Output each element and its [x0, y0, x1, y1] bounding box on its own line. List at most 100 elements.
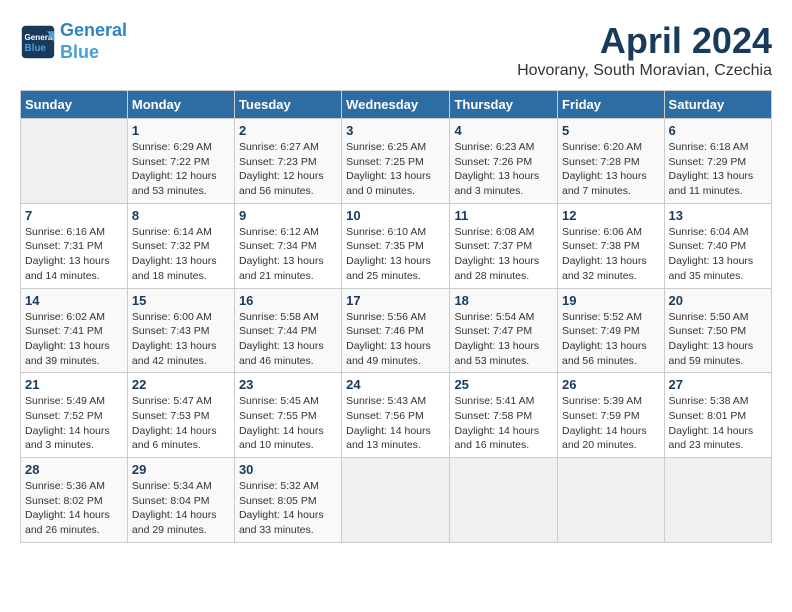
- calendar-cell: 21 Sunrise: 5:49 AM Sunset: 7:52 PM Dayli…: [21, 373, 128, 458]
- calendar-week-row: 14 Sunrise: 6:02 AM Sunset: 7:41 PM Dayli…: [21, 288, 772, 373]
- day-info: Sunrise: 5:47 AM Sunset: 7:53 PM Dayligh…: [132, 394, 230, 453]
- weekday-header: Friday: [558, 91, 665, 119]
- calendar-header-row: SundayMondayTuesdayWednesdayThursdayFrid…: [21, 91, 772, 119]
- calendar-cell: 4 Sunrise: 6:23 AM Sunset: 7:26 PM Daylig…: [450, 119, 558, 204]
- day-number: 21: [25, 377, 123, 392]
- day-number: 8: [132, 208, 230, 223]
- day-number: 30: [239, 462, 337, 477]
- calendar-cell: 20 Sunrise: 5:50 AM Sunset: 7:50 PM Dayli…: [664, 288, 771, 373]
- calendar-cell: 17 Sunrise: 5:56 AM Sunset: 7:46 PM Dayli…: [342, 288, 450, 373]
- day-number: 14: [25, 293, 123, 308]
- weekday-header: Sunday: [21, 91, 128, 119]
- weekday-header: Thursday: [450, 91, 558, 119]
- calendar-cell: 27 Sunrise: 5:38 AM Sunset: 8:01 PM Dayli…: [664, 373, 771, 458]
- day-info: Sunrise: 6:23 AM Sunset: 7:26 PM Dayligh…: [454, 140, 553, 199]
- day-info: Sunrise: 6:29 AM Sunset: 7:22 PM Dayligh…: [132, 140, 230, 199]
- day-info: Sunrise: 5:50 AM Sunset: 7:50 PM Dayligh…: [669, 310, 767, 369]
- day-info: Sunrise: 5:45 AM Sunset: 7:55 PM Dayligh…: [239, 394, 337, 453]
- day-info: Sunrise: 6:14 AM Sunset: 7:32 PM Dayligh…: [132, 225, 230, 284]
- day-number: 6: [669, 123, 767, 138]
- logo-text: GeneralBlue: [60, 20, 127, 63]
- day-info: Sunrise: 5:34 AM Sunset: 8:04 PM Dayligh…: [132, 479, 230, 538]
- calendar-week-row: 1 Sunrise: 6:29 AM Sunset: 7:22 PM Daylig…: [21, 119, 772, 204]
- calendar-cell: [664, 458, 771, 543]
- calendar-week-row: 28Sunrise: 5:36 AM Sunset: 8:02 PM Dayli…: [21, 458, 772, 543]
- calendar-cell: 29 Sunrise: 5:34 AM Sunset: 8:04 PM Dayli…: [127, 458, 234, 543]
- day-info: Sunrise: 5:58 AM Sunset: 7:44 PM Dayligh…: [239, 310, 337, 369]
- calendar-cell: [450, 458, 558, 543]
- day-info: Sunrise: 5:39 AM Sunset: 7:59 PM Dayligh…: [562, 394, 660, 453]
- day-number: 17: [346, 293, 445, 308]
- calendar-cell: 9Sunrise: 6:12 AM Sunset: 7:34 PM Daylig…: [234, 203, 341, 288]
- calendar-cell: 25 Sunrise: 5:41 AM Sunset: 7:58 PM Dayli…: [450, 373, 558, 458]
- calendar-week-row: 21 Sunrise: 5:49 AM Sunset: 7:52 PM Dayli…: [21, 373, 772, 458]
- day-info: Sunrise: 6:27 AM Sunset: 7:23 PM Dayligh…: [239, 140, 337, 199]
- day-info: Sunrise: 6:06 AM Sunset: 7:38 PM Dayligh…: [562, 225, 660, 284]
- calendar-cell: 12 Sunrise: 6:06 AM Sunset: 7:38 PM Dayli…: [558, 203, 665, 288]
- day-number: 2: [239, 123, 337, 138]
- calendar-cell: 13 Sunrise: 6:04 AM Sunset: 7:40 PM Dayli…: [664, 203, 771, 288]
- day-number: 12: [562, 208, 660, 223]
- weekday-header: Tuesday: [234, 91, 341, 119]
- day-info: Sunrise: 5:49 AM Sunset: 7:52 PM Dayligh…: [25, 394, 123, 453]
- calendar-cell: 3 Sunrise: 6:25 AM Sunset: 7:25 PM Daylig…: [342, 119, 450, 204]
- calendar-week-row: 7 Sunrise: 6:16 AM Sunset: 7:31 PM Daylig…: [21, 203, 772, 288]
- calendar-cell: 8 Sunrise: 6:14 AM Sunset: 7:32 PM Daylig…: [127, 203, 234, 288]
- calendar-cell: 15Sunrise: 6:00 AM Sunset: 7:43 PM Dayli…: [127, 288, 234, 373]
- day-number: 13: [669, 208, 767, 223]
- calendar-cell: [21, 119, 128, 204]
- day-info: Sunrise: 6:18 AM Sunset: 7:29 PM Dayligh…: [669, 140, 767, 199]
- day-info: Sunrise: 5:38 AM Sunset: 8:01 PM Dayligh…: [669, 394, 767, 453]
- calendar-cell: 30 Sunrise: 5:32 AM Sunset: 8:05 PM Dayli…: [234, 458, 341, 543]
- svg-text:Blue: Blue: [25, 43, 47, 54]
- calendar-cell: 2 Sunrise: 6:27 AM Sunset: 7:23 PM Daylig…: [234, 119, 341, 204]
- subtitle: Hovorany, South Moravian, Czechia: [517, 62, 772, 80]
- main-title: April 2024: [517, 20, 772, 62]
- day-number: 3: [346, 123, 445, 138]
- weekday-header: Wednesday: [342, 91, 450, 119]
- day-number: 26: [562, 377, 660, 392]
- day-number: 23: [239, 377, 337, 392]
- day-info: Sunrise: 6:12 AM Sunset: 7:34 PM Dayligh…: [239, 225, 337, 284]
- day-info: Sunrise: 6:20 AM Sunset: 7:28 PM Dayligh…: [562, 140, 660, 199]
- day-number: 20: [669, 293, 767, 308]
- calendar-cell: 10Sunrise: 6:10 AM Sunset: 7:35 PM Dayli…: [342, 203, 450, 288]
- day-info: Sunrise: 6:02 AM Sunset: 7:41 PM Dayligh…: [25, 310, 123, 369]
- day-info: Sunrise: 6:08 AM Sunset: 7:37 PM Dayligh…: [454, 225, 553, 284]
- calendar-cell: 5Sunrise: 6:20 AM Sunset: 7:28 PM Daylig…: [558, 119, 665, 204]
- calendar-cell: 28Sunrise: 5:36 AM Sunset: 8:02 PM Dayli…: [21, 458, 128, 543]
- day-info: Sunrise: 6:16 AM Sunset: 7:31 PM Dayligh…: [25, 225, 123, 284]
- weekday-header: Monday: [127, 91, 234, 119]
- calendar-cell: 7 Sunrise: 6:16 AM Sunset: 7:31 PM Daylig…: [21, 203, 128, 288]
- day-info: Sunrise: 6:04 AM Sunset: 7:40 PM Dayligh…: [669, 225, 767, 284]
- calendar-cell: [342, 458, 450, 543]
- day-info: Sunrise: 5:54 AM Sunset: 7:47 PM Dayligh…: [454, 310, 553, 369]
- day-number: 24: [346, 377, 445, 392]
- calendar-cell: 19 Sunrise: 5:52 AM Sunset: 7:49 PM Dayli…: [558, 288, 665, 373]
- day-info: Sunrise: 6:25 AM Sunset: 7:25 PM Dayligh…: [346, 140, 445, 199]
- calendar-cell: 14 Sunrise: 6:02 AM Sunset: 7:41 PM Dayli…: [21, 288, 128, 373]
- day-number: 4: [454, 123, 553, 138]
- day-number: 29: [132, 462, 230, 477]
- day-number: 19: [562, 293, 660, 308]
- day-info: Sunrise: 5:41 AM Sunset: 7:58 PM Dayligh…: [454, 394, 553, 453]
- calendar-cell: 26 Sunrise: 5:39 AM Sunset: 7:59 PM Dayli…: [558, 373, 665, 458]
- day-number: 27: [669, 377, 767, 392]
- day-info: Sunrise: 5:32 AM Sunset: 8:05 PM Dayligh…: [239, 479, 337, 538]
- title-section: April 2024 Hovorany, South Moravian, Cze…: [517, 20, 772, 80]
- day-info: Sunrise: 5:52 AM Sunset: 7:49 PM Dayligh…: [562, 310, 660, 369]
- day-number: 7: [25, 208, 123, 223]
- calendar-cell: 22Sunrise: 5:47 AM Sunset: 7:53 PM Dayli…: [127, 373, 234, 458]
- calendar-cell: 18Sunrise: 5:54 AM Sunset: 7:47 PM Dayli…: [450, 288, 558, 373]
- day-number: 25: [454, 377, 553, 392]
- day-info: Sunrise: 6:00 AM Sunset: 7:43 PM Dayligh…: [132, 310, 230, 369]
- day-info: Sunrise: 5:56 AM Sunset: 7:46 PM Dayligh…: [346, 310, 445, 369]
- calendar-cell: 24Sunrise: 5:43 AM Sunset: 7:56 PM Dayli…: [342, 373, 450, 458]
- day-number: 11: [454, 208, 553, 223]
- logo: General Blue GeneralBlue: [20, 20, 127, 63]
- day-number: 1: [132, 123, 230, 138]
- day-number: 28: [25, 462, 123, 477]
- day-info: Sunrise: 6:10 AM Sunset: 7:35 PM Dayligh…: [346, 225, 445, 284]
- calendar-cell: 6 Sunrise: 6:18 AM Sunset: 7:29 PM Daylig…: [664, 119, 771, 204]
- calendar-cell: 23 Sunrise: 5:45 AM Sunset: 7:55 PM Dayli…: [234, 373, 341, 458]
